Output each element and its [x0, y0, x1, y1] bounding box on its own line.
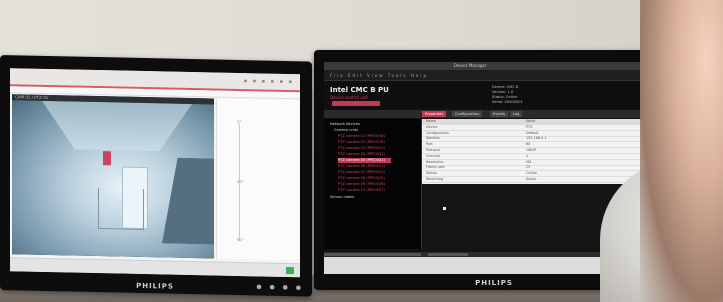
property-value: 25 [526, 165, 531, 170]
menu-toolbar[interactable]: File Edit View Tools Help [324, 70, 662, 81]
property-key: Channel [426, 153, 440, 158]
app-subtitle: Device control unit [330, 95, 368, 100]
property-value: HD [526, 159, 532, 164]
tree-root[interactable]: Network devices [330, 122, 360, 127]
device-tree: Network devices Camera units PTZ camera … [324, 119, 422, 249]
monitor-buttons-icon[interactable]: ● ● ● ● [256, 283, 304, 291]
tab-log[interactable]: Log [510, 111, 523, 117]
tab-bar: Properties Configuration Events Log [324, 110, 662, 118]
ruler-mark: 0° [237, 118, 242, 125]
property-key: Frame rate [426, 165, 445, 170]
right-window-titlebar: Device Manager [324, 62, 662, 70]
status-indicator-icon[interactable] [286, 266, 294, 275]
menu-toolbar-label[interactable]: File Edit View Tools Help [330, 73, 428, 78]
left-monitor-screen: ▪ ▪ ▪ ▪ ▪ ▪ CAM 01 / PTZ 01 0° 45° 90° [10, 68, 300, 278]
property-value: 80 [526, 142, 531, 147]
window-title: Device Manager [454, 63, 487, 68]
tree-footer[interactable]: Sensor nodes [330, 195, 354, 200]
tree-item[interactable]: PTZ camera 07 (PPE0024) [338, 170, 385, 175]
property-value: Active [526, 177, 537, 181]
tree-item[interactable]: PTZ camera 08 (PPE0025) [338, 176, 385, 181]
person-head-blur [640, 0, 723, 302]
tree-item[interactable]: PTZ camera 10 (PPE0027) [338, 188, 385, 193]
window-controls-icon[interactable]: ▪ ▪ ▪ ▪ ▪ ▪ [244, 78, 294, 85]
property-value: Online [526, 171, 537, 176]
property-key: Status [426, 171, 437, 176]
property-key: Recording [426, 177, 443, 181]
bottom-bar-segment[interactable] [324, 253, 421, 256]
tree-item[interactable]: PTZ camera 06 (PPE0023) [338, 164, 385, 169]
tree-item[interactable]: PTZ camera 09 (PPE0026) [338, 182, 385, 187]
property-key: Configuration [426, 130, 449, 135]
property-value: Default [526, 130, 539, 135]
property-key: Address [426, 136, 440, 141]
property-value: 192.168.0.1 [526, 136, 547, 141]
device-info: Device: CMC B Version: 1.0 Status: Onlin… [492, 85, 523, 105]
tree-group[interactable]: Camera units [334, 128, 358, 133]
camera-feed-rack [98, 188, 144, 231]
property-value: ONVIF [526, 148, 537, 152]
property-key: Protocol [426, 148, 440, 152]
camera-header-label: CAM 01 / PTZ 01 [15, 94, 49, 101]
mouse-cursor-icon [443, 207, 446, 210]
app-header: Intel CMC B PU Device control unit Devic… [324, 81, 662, 109]
property-key: Port [426, 142, 433, 147]
bottom-bar-segment[interactable] [428, 253, 468, 256]
property-key: Resolution [426, 159, 444, 164]
tab-configuration[interactable]: Configuration [452, 111, 483, 117]
tab-properties[interactable]: Properties [422, 111, 447, 117]
camera-feed-red-sign [103, 151, 111, 166]
property-value: 1 [526, 153, 529, 158]
tree-item[interactable]: PTZ camera 04 (PPE0021) [338, 152, 385, 157]
tree-item[interactable]: PTZ camera 03 (PPE0020) [338, 146, 385, 151]
right-monitor-brand: PHILIPS [475, 279, 513, 287]
camera-view[interactable]: CAM 01 / PTZ 01 [12, 94, 214, 259]
tree-item-selected[interactable]: PTZ camera 05 (PPE0022) [338, 158, 391, 163]
property-value: Value [526, 119, 536, 123]
left-monitor: ▪ ▪ ▪ ▪ ▪ ▪ CAM 01 / PTZ 01 0° 45° 90° P… [0, 55, 312, 297]
ruler-mark: 90° [237, 236, 245, 243]
properties-panel: Name Value Device PTZ Configuration Default Ad… [422, 119, 662, 184]
property-key: Device [426, 124, 438, 129]
tree-item[interactable]: PTZ camera 02 (PPE0019) [338, 140, 385, 145]
tree-item[interactable]: PTZ camera 01 (PPE0018) [338, 134, 385, 139]
header-pill-button[interactable] [332, 101, 380, 106]
ptz-control-panel: 0° 45° 90° [216, 98, 299, 261]
left-statusbar [10, 257, 300, 278]
tab-events[interactable]: Events [490, 111, 509, 117]
app-title: Intel CMC B PU [330, 86, 389, 94]
left-monitor-brand: PHILIPS [136, 281, 174, 291]
property-key: Name [426, 119, 437, 123]
property-value: PTZ [526, 124, 533, 129]
info-line: Serial: 00000001 [492, 100, 523, 104]
ruler-mark: 45° [237, 178, 245, 185]
